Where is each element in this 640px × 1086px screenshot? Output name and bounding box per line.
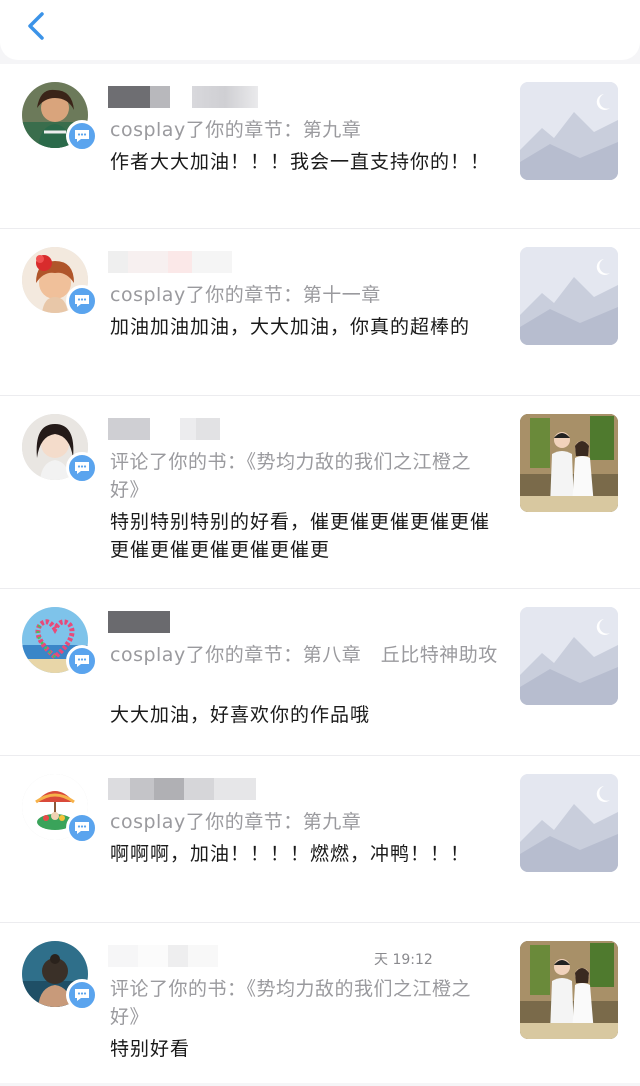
comment-text: 作者大大加油！！！我会一直支持你的！！: [110, 151, 491, 173]
blurred-username: [108, 778, 258, 800]
list-item[interactable]: cosplay了你的章节：第九章 作者大大加油！！！我会一直支持你的！！: [0, 64, 640, 229]
action-text: 评论了你的书：《势均力敌的我们之江橙之好》: [110, 451, 472, 501]
blurred-username: [108, 945, 268, 967]
comment-text: 特别好看: [110, 1038, 191, 1060]
action-text: cosplay了你的章节：第八章 丘比特神助攻: [110, 644, 498, 666]
list-item[interactable]: cosplay了你的章节：第十一章 加油加油加油，大大加油，你真的超棒的: [0, 229, 640, 396]
list-item[interactable]: cosplay了你的章节：第八章 丘比特神助攻 大大加油，好喜欢你的作品哦: [0, 589, 640, 756]
action-text: cosplay了你的章节：第九章: [110, 119, 362, 141]
image-placeholder-icon: [520, 82, 618, 180]
image-placeholder-icon: [520, 607, 618, 705]
couple-photo-image: [520, 414, 618, 512]
notification-list: cosplay了你的章节：第九章 作者大大加油！！！我会一直支持你的！！ cos…: [0, 64, 640, 1083]
list-item[interactable]: 评论了你的书：《势均力敌的我们之江橙之好》 特别特别特别的好看，催更催更催更催更…: [0, 396, 640, 589]
action-text: cosplay了你的章节：第九章: [110, 811, 362, 833]
chat-bubble-icon: [66, 979, 98, 1011]
top-bar: [0, 0, 640, 60]
action-text: 评论了你的书：《势均力敌的我们之江橙之好》: [110, 978, 472, 1028]
comment-text: 加油加油加油，大大加油，你真的超棒的: [110, 316, 471, 338]
couple-photo-image: [520, 941, 618, 1039]
blurred-username: [108, 611, 268, 633]
chat-bubble-icon: [66, 120, 98, 152]
chapter-thumbnail[interactable]: [520, 774, 618, 872]
chat-bubble-icon: [66, 452, 98, 484]
timestamp: 天 19:12: [374, 952, 433, 968]
blurred-username: [108, 418, 268, 440]
list-item[interactable]: 天 19:12 评论了你的书：《势均力敌的我们之江橙之好》 特别好看: [0, 923, 640, 1083]
comment-text: 特别特别特别的好看，催更催更催更催更催更催更催更催更催更催更: [110, 511, 491, 561]
chat-bubble-icon: [66, 645, 98, 677]
comment-text: 大大加油，好喜欢你的作品哦: [110, 704, 371, 726]
action-text: cosplay了你的章节：第十一章: [110, 284, 381, 306]
image-placeholder-icon: [520, 247, 618, 345]
comment-text: 啊啊啊，加油！！！！燃燃，冲鸭！！！: [110, 843, 471, 865]
chat-bubble-icon: [66, 812, 98, 844]
list-item[interactable]: cosplay了你的章节：第九章 啊啊啊，加油！！！！燃燃，冲鸭！！！: [0, 756, 640, 923]
blurred-username: [108, 86, 268, 108]
chapter-thumbnail[interactable]: [520, 247, 618, 345]
chevron-left-icon: [28, 12, 44, 40]
chapter-thumbnail[interactable]: [520, 607, 618, 705]
chat-bubble-icon: [66, 285, 98, 317]
blurred-username: [108, 251, 268, 273]
book-cover-thumbnail[interactable]: [520, 941, 618, 1039]
back-button[interactable]: [18, 6, 58, 46]
chapter-thumbnail[interactable]: [520, 82, 618, 180]
book-cover-thumbnail[interactable]: [520, 414, 618, 512]
image-placeholder-icon: [520, 774, 618, 872]
